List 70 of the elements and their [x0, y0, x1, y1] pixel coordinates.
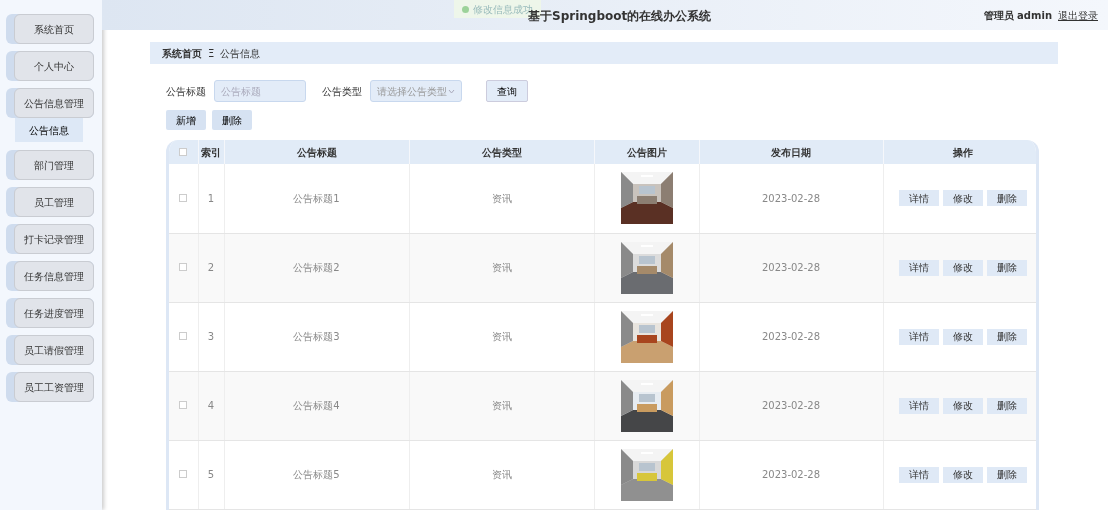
sidebar-item[interactable]: 员工管理 — [6, 187, 94, 217]
row-action-button[interactable]: 详情 — [898, 328, 939, 345]
table-cell: 公告标题2 — [293, 262, 340, 273]
logout-link[interactable]: 退出登录 — [1058, 7, 1098, 23]
row-action-button[interactable]: 修改 — [942, 328, 983, 345]
breadcrumb-separator: Ξ — [208, 46, 215, 61]
breadcrumb-item: 公告信息 — [220, 46, 261, 61]
column-header: 公告类型 — [409, 140, 594, 164]
table-cell: 5 — [207, 469, 215, 480]
row-action-button[interactable]: 修改 — [942, 190, 983, 207]
table-cell: 公告标题1 — [293, 192, 340, 204]
select-all-checkbox[interactable] — [179, 147, 188, 156]
table-cell: 资讯 — [491, 469, 512, 480]
table-cell: 2023-02-28 — [761, 262, 821, 273]
sidebar-item[interactable]: 个人中心 — [6, 51, 94, 81]
table-cell: 2023-02-28 — [761, 331, 821, 342]
row-checkbox[interactable] — [179, 193, 188, 202]
row-checkbox[interactable] — [179, 470, 188, 478]
table-cell: 公告标题3 — [293, 331, 340, 342]
row-action-button[interactable]: 删除 — [986, 190, 1027, 207]
title-input[interactable]: 公告标题 — [214, 80, 306, 102]
table-cell: 资讯 — [491, 192, 512, 204]
row-action-button[interactable]: 详情 — [898, 259, 939, 276]
column-header: 索引 — [198, 140, 224, 164]
table-cell: 资讯 — [491, 400, 512, 411]
field-label: 公告类型 — [322, 84, 362, 99]
table-cell: 2023-02-28 — [761, 400, 821, 411]
column-header: 公告标题 — [224, 140, 409, 164]
chevron-down-icon — [448, 88, 455, 94]
column-header: 操作 — [883, 140, 1036, 164]
sidebar-item[interactable]: 公告信息管理 — [6, 88, 94, 118]
row-action-button[interactable]: 修改 — [942, 259, 983, 276]
row-action-button[interactable]: 删除 — [986, 259, 1027, 276]
table-cell: 公告标题4 — [293, 400, 340, 411]
user-label: 管理员 admin — [983, 8, 1052, 23]
table-cell: 资讯 — [491, 262, 512, 273]
row-checkbox[interactable] — [179, 401, 188, 409]
row-action-button[interactable]: 删除 — [986, 466, 1027, 483]
row-action-button[interactable]: 详情 — [898, 466, 939, 483]
sidebar-item[interactable]: 任务进度管理 — [6, 298, 94, 328]
sidebar-item[interactable]: 员工请假管理 — [6, 335, 94, 365]
row-action-button[interactable]: 修改 — [942, 466, 983, 483]
row-action-button[interactable]: 删除 — [986, 397, 1027, 414]
sidebar-item[interactable]: 任务信息管理 — [6, 261, 94, 291]
table-cell: 4 — [207, 400, 215, 411]
column-header: 公告图片 — [594, 140, 699, 164]
column-header: 发布日期 — [699, 140, 883, 164]
sidebar-item[interactable]: 员工工资管理 — [6, 372, 94, 402]
table-cell: 2 — [207, 262, 215, 273]
table-cell: 公告标题5 — [293, 469, 340, 480]
sidebar-item[interactable]: 打卡记录管理 — [6, 224, 94, 254]
row-checkbox[interactable] — [179, 332, 188, 340]
field-label: 公告标题 — [166, 84, 206, 99]
sidebar-item[interactable]: 部门管理 — [6, 150, 94, 180]
table-cell: 2023-02-28 — [761, 469, 821, 480]
row-action-button[interactable]: 详情 — [898, 397, 939, 414]
breadcrumb-item[interactable]: 系统首页 — [162, 45, 202, 61]
row-action-button[interactable]: 修改 — [942, 397, 983, 414]
toolbar-button[interactable]: 新增 — [166, 110, 206, 130]
row-action-button[interactable]: 删除 — [986, 328, 1027, 345]
table-cell: 1 — [207, 192, 215, 204]
sidebar-item[interactable]: 系统首页 — [6, 14, 94, 44]
table-cell: 资讯 — [491, 331, 512, 342]
table-cell: 3 — [207, 331, 215, 342]
row-action-button[interactable]: 详情 — [898, 190, 939, 207]
query-button[interactable]: 查询 — [486, 80, 528, 102]
row-checkbox[interactable] — [179, 263, 188, 271]
table-cell: 2023-02-28 — [761, 192, 821, 204]
submenu-item[interactable]: 公告信息 — [15, 118, 83, 142]
toolbar-button[interactable]: 删除 — [212, 110, 252, 130]
